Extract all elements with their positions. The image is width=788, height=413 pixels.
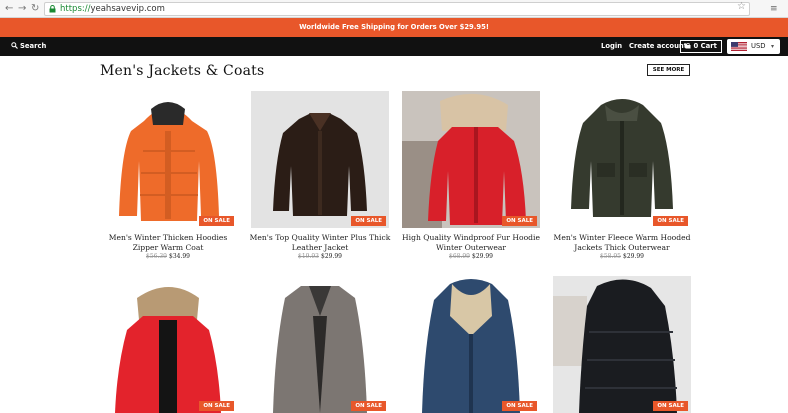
product-prices: $58.95 $29.99 <box>553 253 691 261</box>
sale-price: $29.99 <box>321 253 342 260</box>
product-title[interactable]: Men's Winter Thicken Hoodies Zipper Warm… <box>95 233 241 253</box>
search-label: Search <box>20 42 47 50</box>
address-bar[interactable]: https://yeahsavevip.com <box>44 2 750 16</box>
bookmark-star-icon[interactable]: ☆ <box>737 1 746 13</box>
product-image[interactable]: ON SALE <box>553 276 691 413</box>
product-image[interactable]: ON SALE <box>99 91 237 228</box>
product-title[interactable]: Men's Winter Fleece Warm Hooded Jackets … <box>549 233 695 253</box>
on-sale-badge: ON SALE <box>199 216 234 226</box>
section-title: Men's Jackets & Coats <box>100 63 265 79</box>
sale-price: $29.99 <box>623 253 644 260</box>
chevron-down-icon: ▾ <box>771 43 775 50</box>
cart-button[interactable]: 0 Cart <box>680 40 722 53</box>
sale-price: $29.99 <box>472 253 493 260</box>
browser-toolbar: ← → ↻ https://yeahsavevip.com ☆ ≡ <box>0 0 788 18</box>
original-price: $58.95 <box>600 253 621 260</box>
product-prices: $19.93 $29.99 <box>251 253 389 261</box>
on-sale-badge: ON SALE <box>653 216 688 226</box>
product-image[interactable]: ON SALE <box>251 91 389 228</box>
product-prices: $68.99 $29.99 <box>402 253 540 261</box>
on-sale-badge: ON SALE <box>502 216 537 226</box>
original-price: $19.93 <box>298 253 319 260</box>
url-text: https://yeahsavevip.com <box>60 4 165 14</box>
product-title[interactable]: Men's Top Quality Winter Plus Thick Leat… <box>247 233 393 253</box>
product-title[interactable]: High Quality Windproof Fur Hoodie Winter… <box>398 233 544 253</box>
back-arrow-icon[interactable]: ← <box>5 3 13 15</box>
see-more-button[interactable]: SEE MORE <box>647 64 690 76</box>
search-button[interactable]: Search <box>11 37 46 56</box>
cart-bag-icon <box>685 42 691 48</box>
currency-select[interactable]: USD ▾ <box>727 39 780 54</box>
announcement-bar: Worldwide Free Shipping for Orders Over … <box>0 18 788 37</box>
original-price: $68.99 <box>449 253 470 260</box>
sale-price: $34.99 <box>169 253 190 260</box>
us-flag-icon <box>731 42 747 51</box>
on-sale-badge: ON SALE <box>502 401 537 411</box>
create-account-link[interactable]: Create account <box>629 37 687 56</box>
cart-label: 0 Cart <box>693 42 717 50</box>
on-sale-badge: ON SALE <box>351 216 386 226</box>
site-header: Search Login Create account 0 Cart USD ▾ <box>0 37 788 56</box>
login-link[interactable]: Login <box>601 37 622 56</box>
reload-icon[interactable]: ↻ <box>31 3 39 15</box>
product-prices: $56.39 $34.99 <box>99 253 237 261</box>
forward-arrow-icon[interactable]: → <box>18 3 26 15</box>
currency-label: USD <box>751 42 766 50</box>
product-image[interactable]: ON SALE <box>553 91 691 228</box>
product-image[interactable]: ON SALE <box>402 91 540 228</box>
product-image[interactable]: ON SALE <box>402 276 540 413</box>
search-icon <box>11 42 18 49</box>
product-image[interactable]: ON SALE <box>99 276 237 413</box>
product-image[interactable]: ON SALE <box>251 276 389 413</box>
original-price: $56.39 <box>146 253 167 260</box>
on-sale-badge: ON SALE <box>351 401 386 411</box>
on-sale-badge: ON SALE <box>199 401 234 411</box>
browser-menu-icon[interactable]: ≡ <box>770 3 778 15</box>
on-sale-badge: ON SALE <box>653 401 688 411</box>
lock-icon <box>49 5 56 13</box>
